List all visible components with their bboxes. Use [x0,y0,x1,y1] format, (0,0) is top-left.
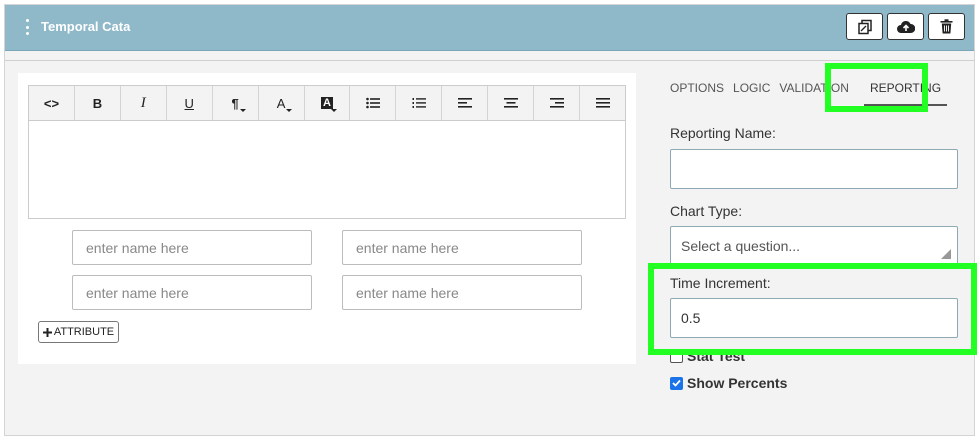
bold-button[interactable]: B [75,86,121,120]
card-title: Temporal Cata [41,19,131,34]
underline-icon: U [184,95,194,111]
attribute-name-input[interactable] [342,275,582,310]
paragraph-icon: ¶ [231,95,239,111]
checkbox-checked-icon[interactable] [670,376,683,390]
tab-logic[interactable]: LOGIC [733,80,770,106]
cloud-upload-icon [896,20,915,33]
copy-button[interactable] [846,13,883,40]
time-increment-input[interactable] [670,298,958,338]
justify-icon [595,98,610,108]
chart-type-label: Chart Type: [670,203,743,219]
ordered-list-icon [412,98,426,108]
attribute-name-input[interactable] [342,230,582,265]
checkbox-icon[interactable] [670,349,683,363]
font-color-icon: A [276,95,286,111]
upload-button[interactable] [887,13,924,40]
unordered-list-button[interactable] [350,86,397,120]
code-view-icon: <> [43,95,60,111]
question-editor-panel: <> B I U ¶ A A enter name here enter nam… [18,73,636,364]
align-left-icon [457,98,472,108]
bold-icon: B [92,95,103,111]
chevron-down-icon [239,109,246,112]
add-attribute-button[interactable]: ATTRIBUTE [38,321,119,343]
font-color-button[interactable]: A [259,86,305,120]
tab-validation[interactable]: VALIDATION [779,80,849,106]
highlight-color-icon: A [321,97,333,109]
stat-test-label: Stat Test [687,348,746,364]
rich-text-editor[interactable] [28,121,626,219]
reporting-name-label: Reporting Name: [670,125,776,141]
align-center-button[interactable] [488,86,535,120]
italic-button[interactable]: I [121,86,167,120]
add-attribute-label: ATTRIBUTE [53,326,115,338]
tab-options[interactable]: OPTIONS [670,80,724,106]
align-right-button[interactable] [534,86,581,120]
italic-icon: I [140,94,146,111]
attribute-name-input[interactable] [72,275,312,310]
show-percents-checkbox[interactable]: Show Percents [670,375,787,391]
dropdown-arrow-icon [941,249,951,259]
reporting-name-input[interactable] [670,149,958,189]
attribute-name-input[interactable] [72,230,312,265]
highlight-color-button[interactable]: A [305,86,351,120]
plus-icon [42,327,52,337]
delete-button[interactable] [928,13,965,40]
unordered-list-icon [366,97,380,109]
chevron-down-icon [331,109,338,112]
trash-icon [940,19,953,34]
settings-tabs: OPTIONS LOGIC VALIDATION REPORTING [670,80,956,106]
rich-text-toolbar: <> B I U ¶ A A [28,85,626,121]
chart-type-value: Select a question... [681,238,801,254]
ordered-list-button[interactable] [396,86,443,120]
code-view-button[interactable]: <> [29,86,75,120]
header-divider [5,60,974,61]
justify-button[interactable] [580,86,625,120]
time-increment-label: Time Increment: [670,275,771,291]
question-card: Temporal Cata <> B I U ¶ A A enter name … [4,4,975,436]
tab-reporting[interactable]: REPORTING [863,80,948,106]
align-right-icon [549,98,564,108]
copy-icon [857,19,872,34]
chart-type-select[interactable]: Select a question... [670,226,958,266]
stat-test-checkbox[interactable]: Stat Test [670,348,745,364]
chevron-down-icon [285,109,292,112]
show-percents-label: Show Percents [687,375,788,391]
drag-handle-icon[interactable] [24,19,30,35]
align-left-button[interactable] [442,86,489,120]
paragraph-button[interactable]: ¶ [213,86,259,120]
underline-button[interactable]: U [167,86,213,120]
align-center-icon [503,98,518,108]
card-header: Temporal Cata [5,5,974,51]
